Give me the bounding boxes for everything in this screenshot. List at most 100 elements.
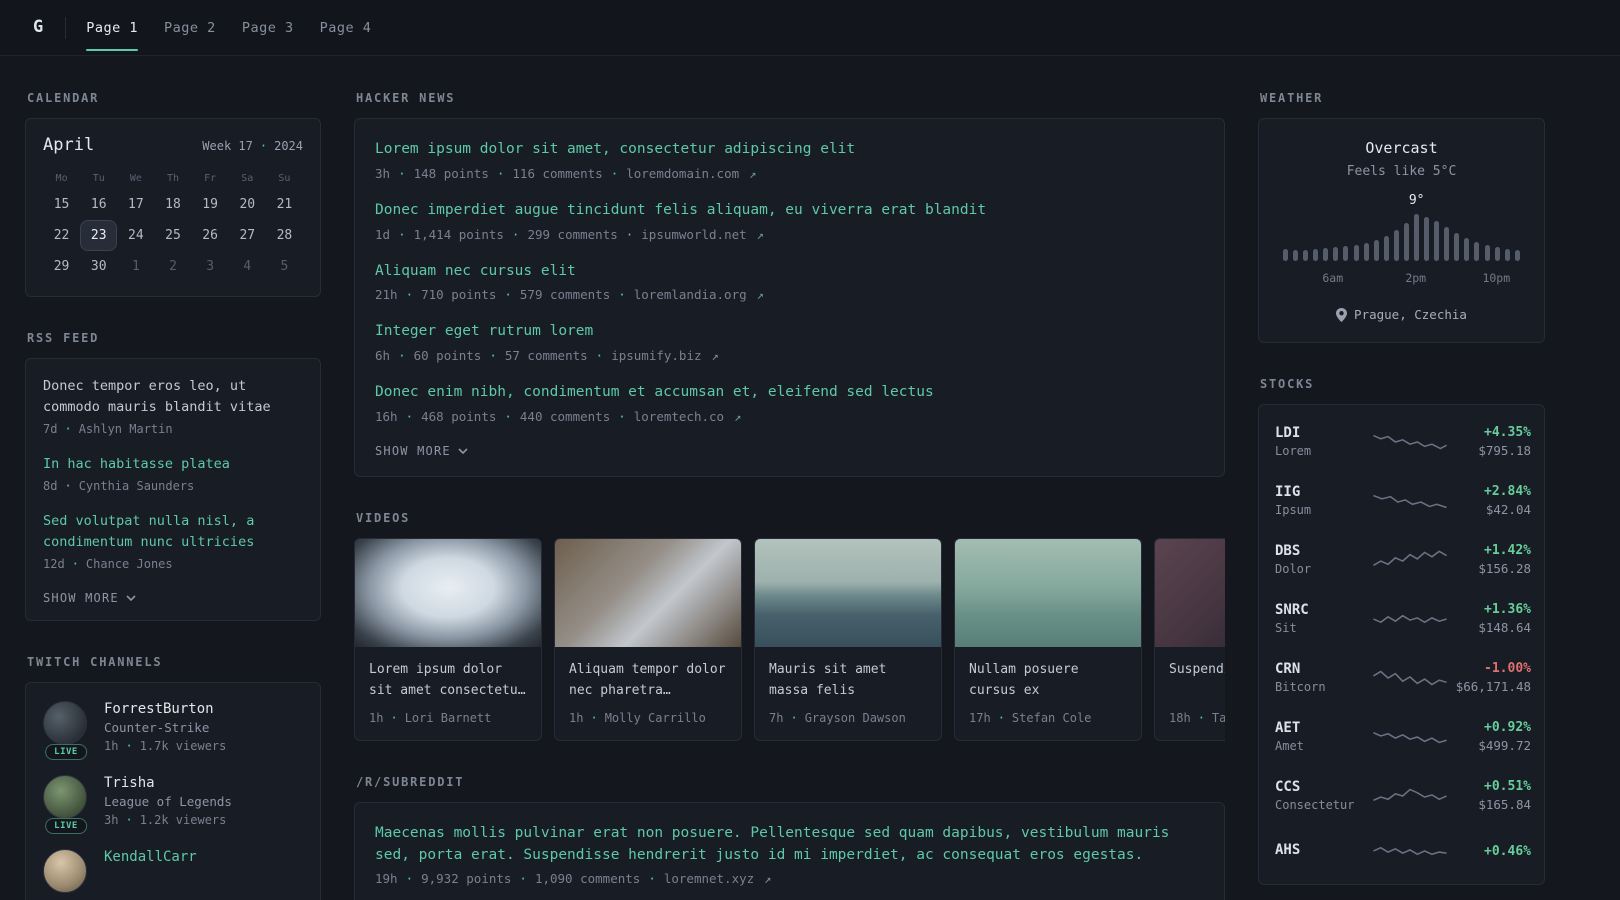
video-title[interactable]: Lorem ipsum dolor sit amet consectetu…	[355, 647, 541, 703]
channel-avatar[interactable]	[43, 774, 87, 819]
weather-widget: WEATHER Overcast Feels like 5°C 9° 6am 2…	[1258, 91, 1545, 343]
stock-values: +1.42% $156.28	[1449, 543, 1531, 576]
stock-row[interactable]: SNRC Sit +1.36% $148.64	[1275, 589, 1531, 648]
video-thumbnail[interactable]	[555, 538, 741, 647]
story-meta: 16h · 468 points · 440 comments · loremt…	[375, 409, 1204, 424]
story-domain[interactable]: loremlandia.org	[634, 287, 747, 302]
story-domain[interactable]: loremdomain.com	[626, 166, 739, 181]
stock-id: CRN Bitcorn	[1275, 661, 1371, 694]
page-tabs: Page 1 Page 2 Page 3 Page 4	[86, 0, 371, 56]
story-age: 1d	[375, 226, 391, 242]
rss-show-more-button[interactable]: SHOW MORE	[43, 591, 136, 605]
page-tab[interactable]: Page 1	[86, 0, 138, 56]
channel-viewers: 1.2k viewers	[139, 812, 227, 827]
story-title[interactable]: Integer eget rutrum lorem	[375, 321, 1204, 343]
stock-name: Lorem	[1275, 444, 1312, 458]
story-title[interactable]: Lorem ipsum dolor sit amet, consectetur …	[375, 139, 1204, 161]
top-bar-divider	[65, 16, 67, 39]
story-domain[interactable]: ipsumify.biz	[611, 348, 701, 363]
post-title[interactable]: Maecenas mollis pulvinar erat non posuer…	[375, 823, 1204, 867]
weather-time-label: 6am	[1322, 271, 1344, 285]
stock-row[interactable]: CCS Consectetur +0.51% $165.84	[1275, 766, 1531, 825]
video-age: 1h	[369, 710, 384, 725]
hackernews-section-title: HACKER NEWS	[356, 91, 456, 105]
rss-item-meta: 7d · Ashlyn Martin	[43, 422, 303, 436]
weather-hour-bar	[1444, 227, 1450, 261]
rss-item-title[interactable]: Donec tempor eros leo, ut commodo mauris…	[43, 376, 303, 418]
calendar-week-year: Week 17 · 2024	[202, 139, 303, 153]
separator-dot: ·	[648, 871, 656, 887]
video-title[interactable]: Mauris sit amet massa felis	[755, 647, 941, 703]
video-thumbnail[interactable]	[1155, 538, 1225, 647]
stock-change: +2.84%	[1484, 484, 1531, 499]
top-bar: G Page 1 Page 2 Page 3 Page 4	[0, 0, 1620, 56]
calendar-day: 22	[53, 228, 70, 243]
stock-values: +0.51% $165.84	[1449, 779, 1531, 812]
stock-row[interactable]: LDI Lorem +4.35% $795.18	[1275, 412, 1531, 471]
video-title[interactable]: Suspendisse diam	[1155, 647, 1225, 703]
stock-row[interactable]: DBS Dolor +1.42% $156.28	[1275, 530, 1531, 589]
separator-dot: ·	[1197, 710, 1205, 725]
stock-row[interactable]: CRN Bitcorn -1.00% $66,171.48	[1275, 648, 1531, 707]
calendar-day: 3	[206, 259, 215, 274]
story-points: 148 points	[413, 165, 489, 181]
story-title[interactable]: Donec enim nibh, condimentum et accumsan…	[375, 382, 1204, 404]
story-domain[interactable]: ipsumworld.net	[641, 227, 746, 242]
stock-row[interactable]: IIG Ipsum +2.84% $42.04	[1275, 471, 1531, 530]
post-domain[interactable]: loremnet.xyz	[664, 871, 754, 886]
video-thumbnail[interactable]	[355, 538, 541, 647]
external-link-icon: ↗	[764, 872, 772, 887]
page-tab-label: Page 3	[241, 19, 294, 36]
stock-id: DBS Dolor	[1275, 543, 1371, 576]
app-logo[interactable]: G	[33, 19, 43, 36]
page-tab-label: Page 1	[86, 19, 139, 36]
hackernews-widget: HACKER NEWS Lorem ipsum dolor sit amet, …	[354, 91, 1225, 477]
stock-row[interactable]: AHS +0.46%	[1275, 825, 1531, 877]
page-tab[interactable]: Page 2	[164, 0, 216, 56]
video-thumbnail[interactable]	[755, 538, 941, 647]
video-meta: 17h · Stefan Cole	[955, 703, 1141, 740]
page-tab[interactable]: Page 4	[320, 0, 372, 56]
channel-name[interactable]: ForrestBurton	[104, 701, 226, 717]
weather-time-label: 2pm	[1405, 271, 1427, 285]
calendar-day: 18	[165, 197, 181, 212]
hackernews-show-more-button[interactable]: SHOW MORE	[375, 444, 468, 458]
story-age: 21h	[375, 287, 398, 303]
stock-row[interactable]: AET Amet +0.92% $499.72	[1275, 707, 1531, 766]
weather-hour-bar	[1353, 245, 1359, 261]
story-title[interactable]: Aliquam nec cursus elit	[375, 261, 1204, 283]
story-age: 6h	[375, 348, 391, 363]
video-age: 1h	[569, 710, 584, 725]
rss-item-title[interactable]: Sed volutpat nulla nisl, a condimentum n…	[43, 511, 303, 553]
calendar-day: 27	[239, 228, 256, 243]
stock-price: $499.72	[1478, 738, 1531, 753]
rss-card: Donec tempor eros leo, ut commodo mauris…	[25, 358, 321, 621]
calendar-day: 2	[169, 259, 177, 274]
channel-avatar[interactable]	[43, 700, 87, 745]
stock-sparkline	[1373, 846, 1447, 856]
external-link-icon: ↗	[749, 166, 757, 181]
video-channel: Tara	[1211, 710, 1225, 725]
video-thumbnail[interactable]	[955, 538, 1141, 647]
stock-sparkline	[1373, 614, 1447, 623]
video-title[interactable]: Nullam posuere cursus ex	[955, 647, 1141, 703]
rss-item-title[interactable]: In hac habitasse platea	[43, 454, 303, 475]
story-domain[interactable]: loremtech.co	[634, 409, 724, 424]
stock-id: CCS Consectetur	[1275, 779, 1371, 812]
twitch-channel: LIVE ForrestBurton Counter-Strike 1h · 1…	[43, 700, 303, 760]
rss-item: Sed volutpat nulla nisl, a condimentum n…	[43, 511, 303, 571]
separator-dot: ·	[790, 710, 798, 725]
channel-avatar[interactable]	[43, 848, 87, 893]
hackernews-card: Lorem ipsum dolor sit amet, consectetur …	[354, 118, 1225, 477]
page-tab[interactable]: Page 3	[242, 0, 294, 56]
story-title[interactable]: Donec imperdiet augue tincidunt felis al…	[375, 200, 1204, 222]
calendar-day: 28	[276, 228, 293, 243]
channel-name[interactable]: KendallCarr	[104, 849, 197, 865]
video-age: 17h	[969, 710, 991, 725]
calendar-day: 17	[128, 197, 144, 212]
video-title[interactable]: Aliquam tempor dolor nec pharetra…	[555, 647, 741, 703]
channel-name[interactable]: Trisha	[104, 775, 232, 791]
twitch-card: LIVE ForrestBurton Counter-Strike 1h · 1…	[25, 681, 321, 900]
stock-symbol: DBS	[1275, 543, 1301, 559]
video-age: 18h	[1169, 710, 1191, 725]
